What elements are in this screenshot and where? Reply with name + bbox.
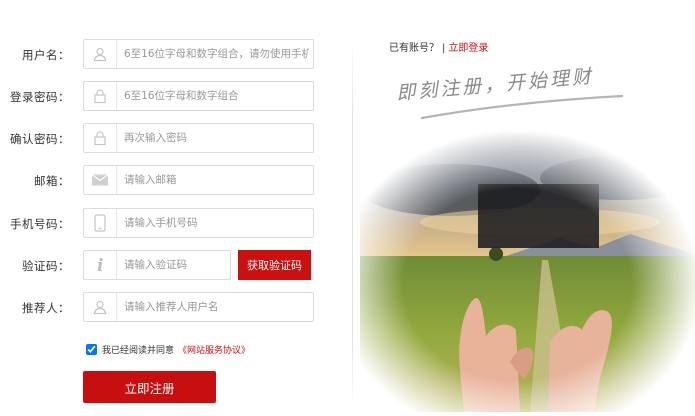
verify-code-input[interactable] [124,251,226,279]
password-row: 登录密码： [0,81,340,113]
envelope-icon [84,166,117,194]
register-button[interactable]: 立即注册 [83,371,216,403]
referrer-row: 推荐人： [0,292,340,324]
referrer-label: 推荐人： [22,301,70,315]
phone-input[interactable] [124,209,309,237]
agreement: 我已经阅读并同意 《网站服务协议》 [86,343,250,356]
verify-code-field[interactable]: i [83,250,231,280]
info-icon: i [84,251,117,279]
have-account-text: 已有账号？ [389,43,439,54]
divider [352,40,353,412]
promo-illustration [360,130,695,412]
username-row: 用户名： [0,39,340,71]
email-input[interactable] [124,166,309,194]
phone-label: 手机号码： [10,217,70,231]
mobile-phone-icon [84,209,117,237]
agree-text: 我已经阅读并同意 [102,346,175,356]
field-hands-image [360,130,695,412]
email-label: 邮箱： [34,174,70,188]
verify-code-row: 验证码： i 获取验证码 [0,250,340,282]
password-field[interactable] [83,81,314,111]
username-label: 用户名： [22,48,70,62]
verify-code-label: 验证码： [22,259,70,273]
referrer-field[interactable] [83,292,314,322]
login-link[interactable]: 立即登录 [448,43,488,54]
user-icon [84,40,117,68]
slogan: 即刻注册，开始理财 [392,60,632,130]
separator: | [442,43,446,54]
confirm-password-row: 确认密码： [0,123,340,155]
confirm-password-input[interactable] [124,124,309,152]
password-label: 登录密码： [10,90,70,104]
email-row: 邮箱： [0,165,340,197]
email-field[interactable] [83,165,314,195]
username-field[interactable] [83,39,314,69]
referrer-input[interactable] [124,293,309,321]
phone-row: 手机号码： [0,208,340,240]
confirm-password-field[interactable] [83,123,314,153]
user-icon [84,293,117,321]
login-prompt: 已有账号？ | 立即登录 [389,39,488,54]
agree-checkbox[interactable] [86,344,97,355]
password-input[interactable] [124,82,309,110]
lock-icon [84,82,117,110]
service-agreement-link[interactable]: 《网站服务协议》 [178,343,250,356]
phone-field[interactable] [83,208,314,238]
svg-text:i: i [97,256,103,274]
username-input[interactable] [124,40,309,68]
slogan-swoosh [420,94,624,120]
confirm-password-label: 确认密码： [10,132,70,146]
get-code-button[interactable]: 获取验证码 [238,250,311,280]
lock-icon [84,124,117,152]
registration-form: 用户名： 登录密码： 确认密码： 邮箱： [0,0,340,412]
